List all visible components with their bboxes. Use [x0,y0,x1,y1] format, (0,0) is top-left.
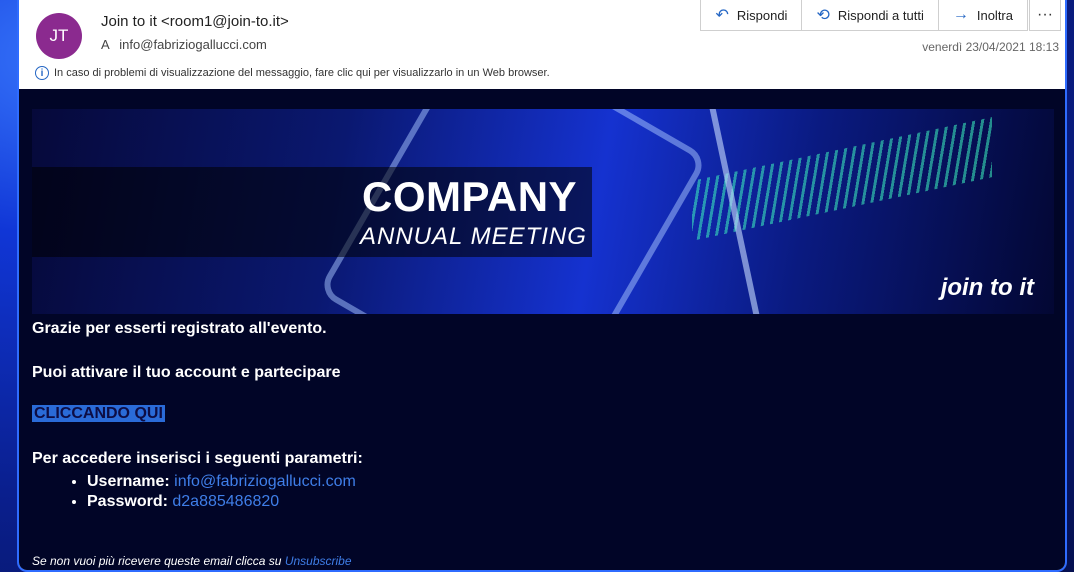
reply-button[interactable]: ↶ Rispondi [701,0,803,30]
username-label: Username [87,473,165,490]
event-banner: COMPANY ANNUAL MEETING join to it [32,109,1054,314]
more-icon: ··· [1037,6,1053,23]
forward-label: Inoltra [976,7,1013,23]
message-actions: ↶ Rispondi ⟲ Rispondi a tutti → Inoltra [700,0,1028,31]
activate-text: Puoi attivare il tuo account e partecipa… [32,364,341,381]
password-label: Password [87,493,163,510]
unsubscribe-link[interactable]: Unsubscribe [285,554,352,568]
join-to-it-logo: join to it [940,274,1034,301]
banner-subtitle: ANNUAL MEETING [360,223,587,250]
recipient-line: A info@fabriziogallucci.com [101,37,267,52]
password-value: d2a885486820 [172,493,280,510]
info-icon: i [35,66,49,80]
info-text[interactable]: In caso di problemi di visualizzazione d… [54,67,550,79]
recipient-prefix: A [101,37,110,52]
reply-all-icon: ⟲ [816,7,830,24]
list-item: Password: d2a885486820 [87,493,356,511]
list-item: Username: info@fabriziogallucci.com [87,473,356,491]
unsubscribe-footer: Se non vuoi più ricevere queste email cl… [32,554,352,568]
activate-link[interactable]: CLICCANDO QUI [32,405,165,422]
reply-all-button[interactable]: ⟲ Rispondi a tutti [802,0,939,30]
email-window: JT Join to it <room1@join-to.it> A info@… [17,0,1067,572]
sender-name[interactable]: Join to it <room1@join-to.it> [101,13,289,30]
username-value[interactable]: info@fabriziogallucci.com [174,473,356,490]
email-header: JT Join to it <room1@join-to.it> A info@… [19,0,1065,89]
info-bar[interactable]: i In caso di problemi di visualizzazione… [35,66,550,80]
cta-line: CLICCANDO QUI [32,405,165,423]
params-intro: Per accedere inserisci i seguenti parame… [32,450,363,467]
reply-all-label: Rispondi a tutti [837,7,924,23]
email-body: COMPANY ANNUAL MEETING join to it Grazie… [19,89,1065,570]
sender-avatar[interactable]: JT [36,13,82,59]
reply-label: Rispondi [736,7,788,23]
recipient-address[interactable]: info@fabriziogallucci.com [119,37,267,52]
credentials-list: Username: info@fabriziogallucci.com Pass… [59,473,356,513]
forward-icon: → [952,6,969,23]
more-actions-button[interactable]: ··· [1029,0,1061,31]
thanks-text: Grazie per esserti registrato all'evento… [32,320,327,337]
banner-title: COMPANY [362,173,578,220]
footer-text: Se non vuoi più ricevere queste email cl… [32,554,282,568]
reply-icon: ↶ [715,7,729,24]
message-date: venerdì 23/04/2021 18:13 [922,40,1059,54]
forward-button[interactable]: → Inoltra [939,0,1027,30]
